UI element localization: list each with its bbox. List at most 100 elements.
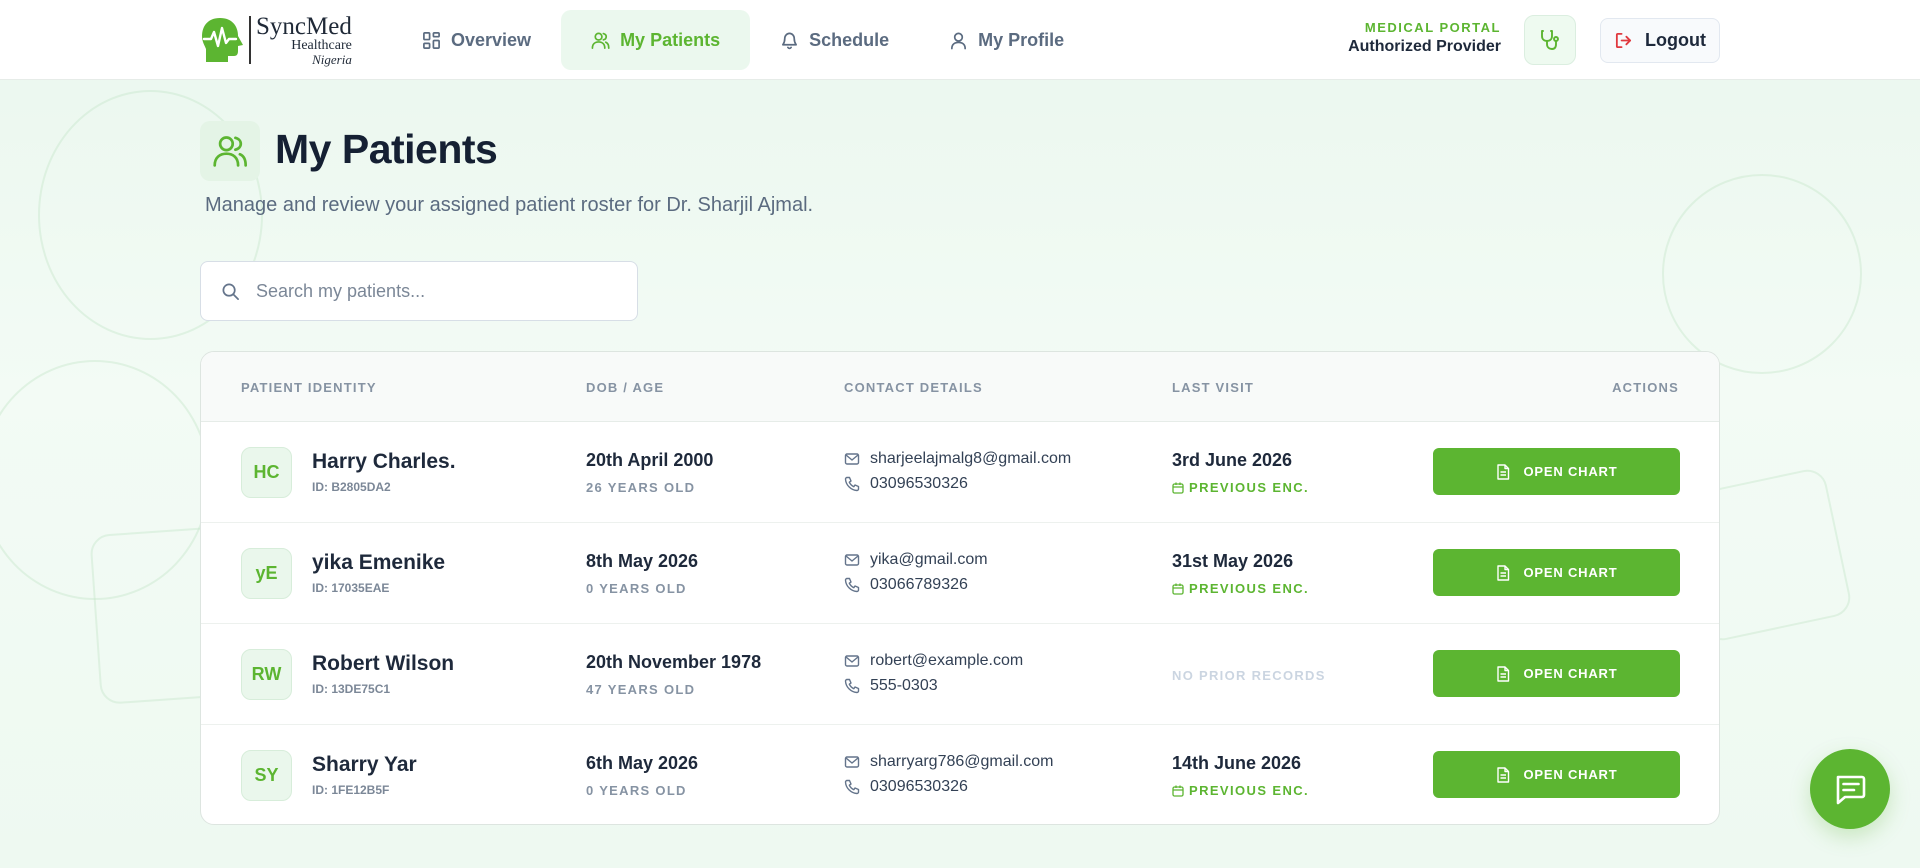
nav-item-my-profile[interactable]: My Profile: [919, 10, 1094, 70]
visit-tag-label: PREVIOUS ENC.: [1189, 581, 1310, 596]
mail-icon: [844, 655, 860, 667]
grid-icon: [423, 31, 440, 49]
syncmed-logo[interactable]: SyncMed Healthcare Nigeria: [200, 14, 352, 66]
patient-avatar: HC: [241, 447, 292, 498]
portal-tag: MEDICAL PORTAL: [1364, 20, 1501, 35]
document-icon: [1496, 564, 1509, 581]
open-chart-button[interactable]: OPEN CHART: [1433, 448, 1680, 495]
users-icon: [213, 136, 248, 167]
calendar-icon: [1172, 785, 1184, 797]
user-icon: [951, 32, 967, 49]
search-box[interactable]: [200, 261, 638, 321]
portal-role: Authorized Provider: [1348, 38, 1501, 55]
nav-label: Overview: [451, 29, 532, 50]
open-chart-label: OPEN CHART: [1523, 565, 1618, 580]
mail-icon: [844, 756, 860, 768]
patient-phone: 03096530326: [844, 475, 968, 493]
logout-label: Logout: [1645, 30, 1706, 50]
open-chart-button[interactable]: OPEN CHART: [1433, 751, 1680, 798]
patient-age: 0 YEARS OLD: [586, 581, 687, 596]
email-text: robert@example.com: [870, 652, 1024, 669]
patient-name: Harry Charles.: [312, 450, 456, 473]
search-input[interactable]: [256, 280, 616, 302]
column-header-last-visit: LAST VISIT: [1172, 380, 1255, 395]
patient-id: ID: 1FE12B5F: [312, 783, 390, 797]
patient-name: Robert Wilson: [312, 652, 455, 675]
bell-icon: [782, 32, 798, 49]
visit-tag-label: PREVIOUS ENC.: [1189, 480, 1310, 495]
logo-text: SyncMed Healthcare Nigeria: [256, 14, 352, 67]
patient-dob: 20th November 1978: [586, 652, 762, 672]
document-icon: [1496, 766, 1509, 783]
stethoscope-icon: [1541, 30, 1559, 50]
patient-dob: 20th April 2000: [586, 450, 714, 470]
table-header: PATIENT IDENTITY DOB / AGE CONTACT DETAI…: [201, 352, 1719, 422]
logout-button[interactable]: Logout: [1600, 18, 1720, 63]
logo-divider: [249, 16, 251, 64]
stethoscope-button[interactable]: [1524, 15, 1576, 65]
users-icon: [591, 32, 610, 49]
nav-label: My Profile: [978, 29, 1065, 50]
patient-phone: 555-0303: [844, 677, 938, 695]
patient-dob: 6th May 2026: [586, 753, 699, 773]
nav-label: My Patients: [620, 29, 721, 50]
phone-text: 03066789326: [870, 576, 968, 593]
table-row: RW Robert Wilson ID: 13DE75C1 20th Novem…: [201, 624, 1719, 725]
open-chart-label: OPEN CHART: [1523, 666, 1618, 681]
patient-id: ID: 17035EAE: [312, 581, 390, 595]
phone-icon: [844, 678, 860, 694]
brand-subtitle: Healthcare: [291, 37, 352, 53]
last-visit-date: 31st May 2026: [1172, 551, 1294, 571]
head-heartbeat-logo-icon: [202, 18, 243, 62]
background-circle: [0, 360, 210, 600]
phone-text: 03096530326: [870, 778, 968, 795]
page-title: My Patients: [275, 126, 498, 172]
nav-item-overview[interactable]: Overview: [400, 10, 561, 70]
portal-info: MEDICAL PORTAL Authorized Provider: [1348, 20, 1501, 56]
phone-text: 03096530326: [870, 475, 968, 492]
visit-tag: PREVIOUS ENC.: [1172, 581, 1309, 596]
mail-icon: [844, 554, 860, 566]
last-visit-date: 14th June 2026: [1172, 753, 1302, 773]
patient-avatar: SY: [241, 750, 292, 801]
page-title-icon: [200, 121, 260, 181]
calendar-icon: [1172, 583, 1184, 595]
patient-avatar: yE: [241, 548, 292, 599]
phone-icon: [844, 476, 860, 492]
patient-email: sharryarg786@gmail.com: [844, 753, 1053, 771]
patient-name: Sharry Yar: [312, 753, 417, 776]
patient-email: sharjeelajmalg8@gmail.com: [844, 450, 1071, 468]
table-row: SY Sharry Yar ID: 1FE12B5F 6th May 2026 …: [201, 725, 1719, 824]
patient-age: 47 YEARS OLD: [586, 682, 696, 697]
no-prior-records: NO PRIOR RECORDS: [1172, 668, 1326, 683]
open-chart-label: OPEN CHART: [1523, 464, 1618, 479]
main-nav: Overview My Patients Schedule My Profile: [400, 10, 1094, 70]
table-row: yE yika Emenike ID: 17035EAE 8th May 202…: [201, 523, 1719, 624]
open-chart-button[interactable]: OPEN CHART: [1433, 650, 1680, 697]
nav-item-schedule[interactable]: Schedule: [750, 10, 919, 70]
patient-avatar: RW: [241, 649, 292, 700]
open-chart-button[interactable]: OPEN CHART: [1433, 549, 1680, 596]
visit-tag: PREVIOUS ENC.: [1172, 480, 1309, 495]
patient-id: ID: B2805DA2: [312, 480, 391, 494]
column-header-patient-identity: PATIENT IDENTITY: [241, 380, 377, 395]
column-header-dob-age: DOB / AGE: [586, 380, 665, 395]
document-icon: [1496, 463, 1509, 480]
patient-age: 26 YEARS OLD: [586, 480, 696, 495]
brand-name: SyncMed: [256, 12, 352, 40]
column-header-contact-details: CONTACT DETAILS: [844, 380, 983, 395]
phone-icon: [844, 779, 860, 795]
nav-item-my-patients[interactable]: My Patients: [561, 10, 751, 70]
patient-phone: 03066789326: [844, 576, 968, 594]
mail-icon: [844, 453, 860, 465]
page-subtitle: Manage and review your assigned patient …: [205, 194, 814, 216]
patient-id: ID: 13DE75C1: [312, 682, 391, 696]
patient-email: robert@example.com: [844, 652, 1023, 670]
search-icon: [222, 283, 239, 300]
chat-button[interactable]: [1810, 749, 1890, 829]
top-navigation-bar: SyncMed Healthcare Nigeria Overview My P…: [0, 0, 1920, 80]
patient-phone: 03096530326: [844, 778, 968, 796]
last-visit-date: 3rd June 2026: [1172, 450, 1293, 470]
column-header-actions: ACTIONS: [1612, 380, 1679, 395]
logout-icon: [1615, 32, 1632, 49]
